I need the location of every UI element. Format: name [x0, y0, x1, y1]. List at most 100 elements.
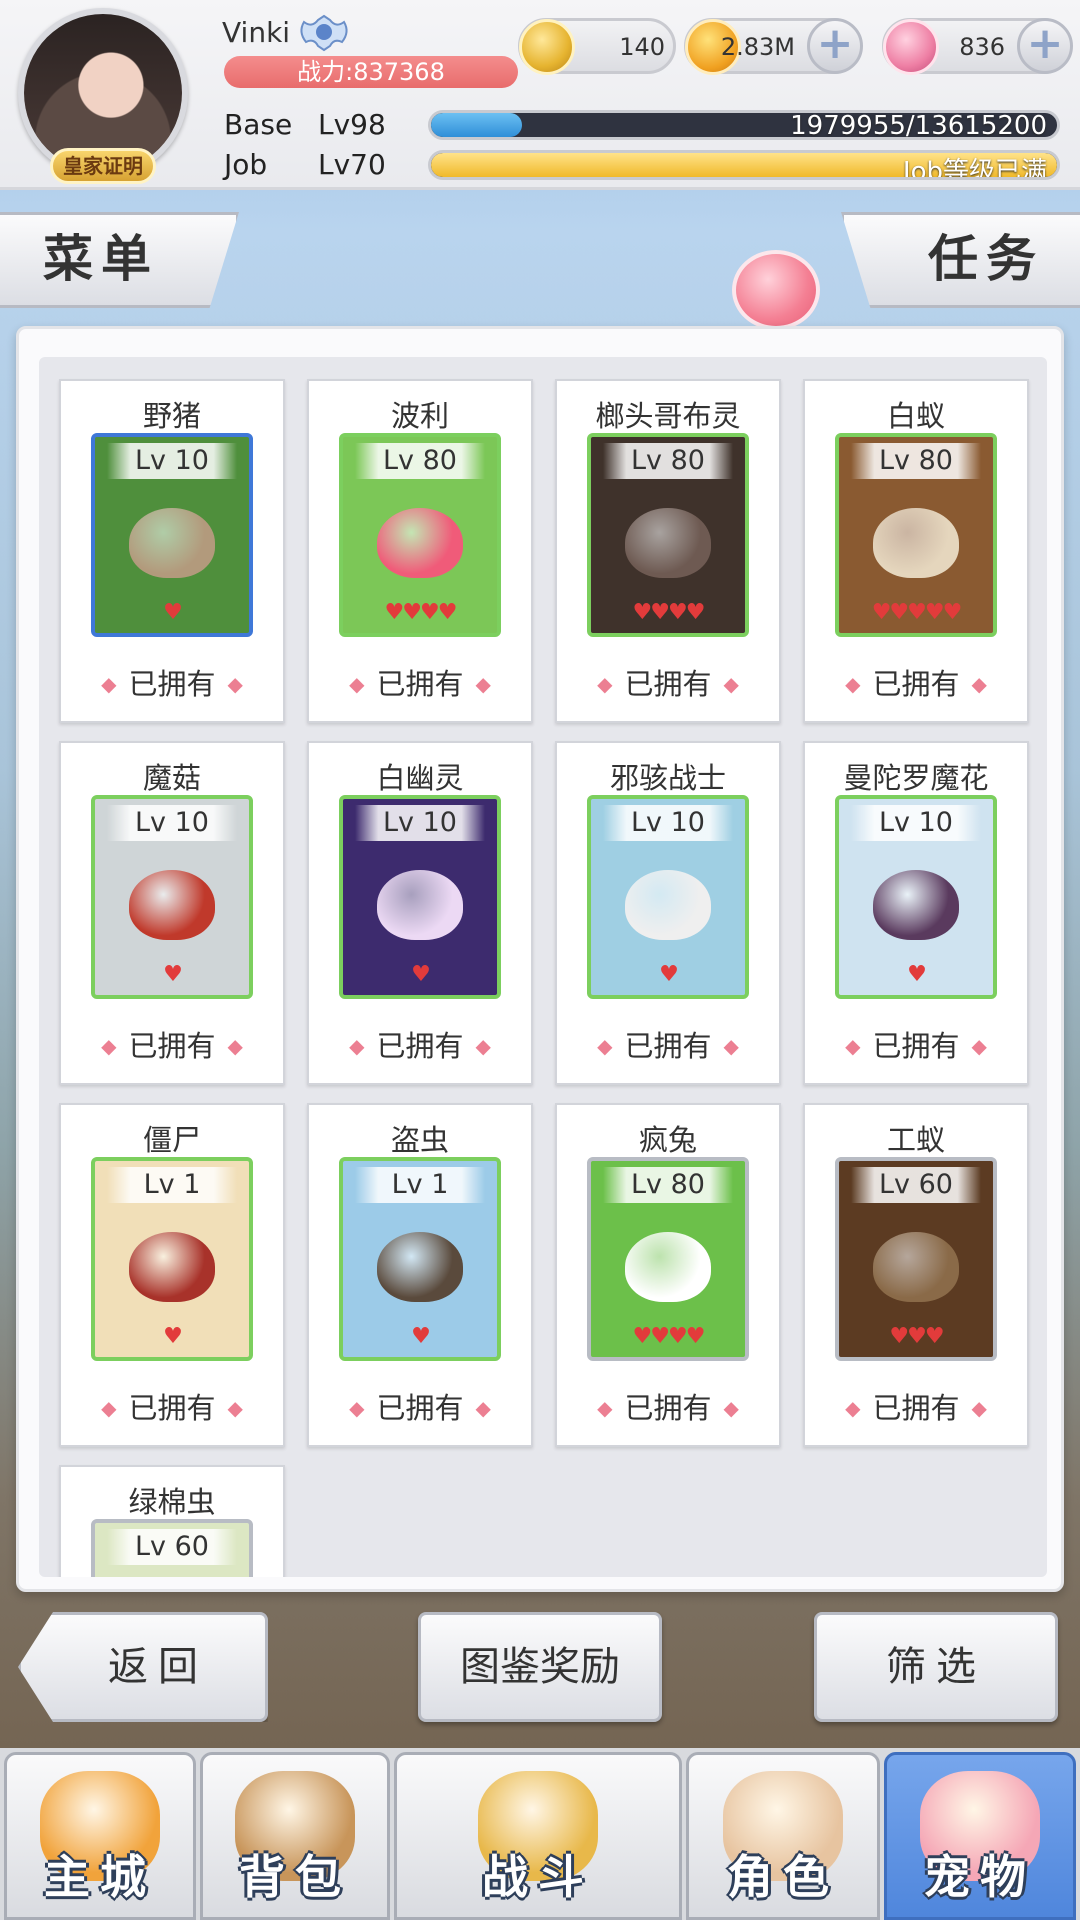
rarity-hearts: ♥: [411, 962, 431, 987]
owned-label: 已拥有: [376, 1391, 464, 1425]
monster-illustration: [129, 507, 215, 578]
task-tab[interactable]: 任务: [841, 212, 1080, 308]
card-level: Lv 1: [107, 1167, 237, 1203]
monster-card[interactable]: 白蚁 Lv 80 ♥♥♥♥♥ ◆ 已拥有 ◆: [803, 379, 1029, 723]
monster-illustration: [873, 869, 959, 940]
gold-value: 2.83M: [720, 33, 795, 61]
nav-item[interactable]: 战斗: [394, 1752, 682, 1920]
nav-item[interactable]: 宠物: [884, 1752, 1076, 1920]
monster-card[interactable]: 波利 Lv 80 ♥♥♥♥ ◆ 已拥有 ◆: [307, 379, 533, 723]
zeny-coin-icon: [519, 19, 575, 75]
monster-card[interactable]: 绿棉虫 Lv 60: [59, 1465, 285, 1577]
owned-status: ◆ 已拥有 ◆: [61, 1023, 283, 1065]
monster-illustration: [129, 869, 215, 940]
rarity-hearts: ♥♥♥: [889, 1324, 944, 1349]
diamond-icon: ◆: [971, 1396, 987, 1420]
collection-reward-button[interactable]: 图鉴奖励: [418, 1612, 662, 1722]
diamond-icon: ◆: [227, 1034, 243, 1058]
monster-illustration: [625, 1231, 711, 1302]
diamond-icon: ◆: [101, 672, 117, 696]
combat-power: 战力:837368: [224, 56, 518, 88]
diamond-icon: ◆: [597, 1034, 613, 1058]
nav-item[interactable]: 背包: [200, 1752, 390, 1920]
diamond-icon: ◆: [101, 1396, 117, 1420]
diamond-icon: ◆: [475, 1034, 491, 1058]
card-name: 盗虫: [390, 1123, 449, 1157]
card-name: 曼陀罗魔花: [843, 761, 989, 795]
diamond-icon: ◆: [349, 1396, 365, 1420]
card-art: Lv 10 ♥: [835, 795, 997, 999]
monster-card[interactable]: 榔头哥布灵 Lv 80 ♥♥♥♥ ◆ 已拥有 ◆: [555, 379, 781, 723]
owned-status: ◆ 已拥有 ◆: [805, 1385, 1027, 1427]
card-name: 白蚁: [886, 399, 945, 433]
card-art: Lv 80 ♥♥♥♥: [587, 433, 749, 637]
rarity-hearts: ♥: [411, 1324, 431, 1349]
nav-label: 背包: [239, 1850, 351, 1904]
card-collection-panel: 野猪 Lv 10 ♥ ◆ 已拥有 ◆ 波利 Lv 80 ♥♥♥♥ ◆ 已拥有 ◆ 榔头哥布灵 Lv 80 ♥…: [16, 326, 1064, 1592]
card-name: 白幽灵: [376, 761, 464, 795]
base-exp-bar: 1979955/13615200: [428, 110, 1060, 140]
royal-badge: 皇家证明: [50, 148, 156, 184]
card-level: Lv 80: [603, 1167, 733, 1203]
filter-button[interactable]: 筛选: [814, 1612, 1058, 1722]
nav-item[interactable]: 主城: [4, 1752, 196, 1920]
owned-status: ◆ 已拥有 ◆: [309, 661, 531, 703]
card-level: Lv 60: [851, 1167, 981, 1203]
nav-label: 主城: [44, 1850, 156, 1904]
card-level: Lv 1: [355, 1167, 485, 1203]
card-art: Lv 1 ♥: [91, 1157, 253, 1361]
diamond-icon: ◆: [349, 672, 365, 696]
owned-status: ◆ 已拥有 ◆: [557, 1385, 779, 1427]
owned-status: ◆ 已拥有 ◆: [61, 1385, 283, 1427]
base-level: Lv98: [318, 108, 386, 141]
add-gem-button[interactable]: +: [1017, 18, 1073, 74]
menu-tab[interactable]: 菜单: [0, 212, 239, 308]
monster-card[interactable]: 曼陀罗魔花 Lv 10 ♥ ◆ 已拥有 ◆: [803, 741, 1029, 1085]
diamond-icon: ◆: [971, 672, 987, 696]
gem-currency: 836 +: [882, 18, 1073, 75]
owned-status: ◆ 已拥有 ◆: [557, 661, 779, 703]
monster-card[interactable]: 工蚁 Lv 60 ♥♥♥ ◆ 已拥有 ◆: [803, 1103, 1029, 1447]
monster-card[interactable]: 僵尸 Lv 1 ♥ ◆ 已拥有 ◆: [59, 1103, 285, 1447]
rarity-hearts: ♥: [163, 962, 183, 987]
monster-card[interactable]: 野猪 Lv 10 ♥ ◆ 已拥有 ◆: [59, 379, 285, 723]
job-exp-bar: Job等级已满: [428, 150, 1060, 180]
diamond-icon: ◆: [845, 672, 861, 696]
monster-illustration: [377, 869, 463, 940]
job-exp-text: Job等级已满: [902, 157, 1047, 180]
card-art: Lv 10 ♥: [91, 433, 253, 637]
rarity-hearts: ♥: [659, 962, 679, 987]
nav-item[interactable]: 角色: [686, 1752, 880, 1920]
card-name: 僵尸: [142, 1123, 201, 1157]
monster-illustration: [625, 507, 711, 578]
card-art: Lv 60 ♥♥♥: [835, 1157, 997, 1361]
card-art: Lv 10 ♥: [587, 795, 749, 999]
card-name: 魔菇: [142, 761, 201, 795]
monster-card[interactable]: 魔菇 Lv 10 ♥ ◆ 已拥有 ◆: [59, 741, 285, 1085]
card-name: 波利: [390, 399, 449, 433]
add-gold-button[interactable]: +: [807, 18, 863, 74]
monster-card[interactable]: 邪骇战士 Lv 10 ♥ ◆ 已拥有 ◆: [555, 741, 781, 1085]
poring-pet-icon[interactable]: [732, 250, 820, 330]
owned-label: 已拥有: [872, 667, 960, 701]
monster-card[interactable]: 疯兔 Lv 80 ♥♥♥♥ ◆ 已拥有 ◆: [555, 1103, 781, 1447]
card-level: Lv 80: [851, 443, 981, 479]
back-button[interactable]: 返回: [18, 1612, 268, 1722]
owned-status: ◆ 已拥有 ◆: [805, 661, 1027, 703]
card-scroll-area[interactable]: 野猪 Lv 10 ♥ ◆ 已拥有 ◆ 波利 Lv 80 ♥♥♥♥ ◆ 已拥有 ◆ 榔头哥布灵 Lv 80 ♥…: [39, 357, 1047, 1577]
rarity-hearts: ♥: [163, 1324, 183, 1349]
monster-illustration: [377, 507, 463, 578]
rarity-hearts: ♥: [163, 600, 183, 625]
base-exp-fill: [431, 113, 522, 137]
card-art: Lv 10 ♥: [91, 795, 253, 999]
nav-label: 宠物: [924, 1850, 1036, 1904]
card-level: Lv 60: [107, 1529, 237, 1565]
monster-card[interactable]: 盗虫 Lv 1 ♥ ◆ 已拥有 ◆: [307, 1103, 533, 1447]
diamond-icon: ◆: [227, 672, 243, 696]
card-name: 工蚁: [886, 1123, 945, 1157]
monster-card[interactable]: 白幽灵 Lv 10 ♥ ◆ 已拥有 ◆: [307, 741, 533, 1085]
diamond-icon: ◆: [475, 1396, 491, 1420]
card-name: 邪骇战士: [609, 761, 726, 795]
card-name: 绿棉虫: [128, 1485, 216, 1519]
owned-status: ◆ 已拥有 ◆: [557, 1023, 779, 1065]
